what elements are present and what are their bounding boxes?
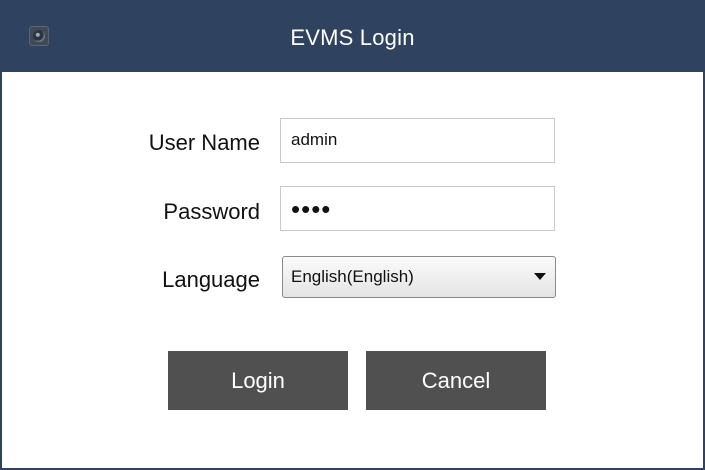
chevron-down-icon[interactable] — [534, 273, 546, 280]
username-label: User Name — [148, 130, 260, 155]
cancel-button[interactable]: Cancel — [366, 351, 546, 410]
language-label: Language — [162, 267, 260, 292]
language-select[interactable]: English(English) — [282, 256, 556, 298]
login-window: EVMS Login User Name admin Password ••••… — [0, 0, 705, 470]
password-mask: •••• — [291, 194, 332, 224]
username-input[interactable]: admin — [280, 118, 555, 163]
title-bar: EVMS Login — [2, 2, 703, 72]
language-selected-value: English(English) — [291, 267, 414, 286]
window-title: EVMS Login — [290, 25, 415, 50]
password-label: Password — [163, 199, 260, 224]
password-input[interactable]: •••• — [280, 186, 555, 231]
login-button[interactable]: Login — [168, 351, 348, 410]
